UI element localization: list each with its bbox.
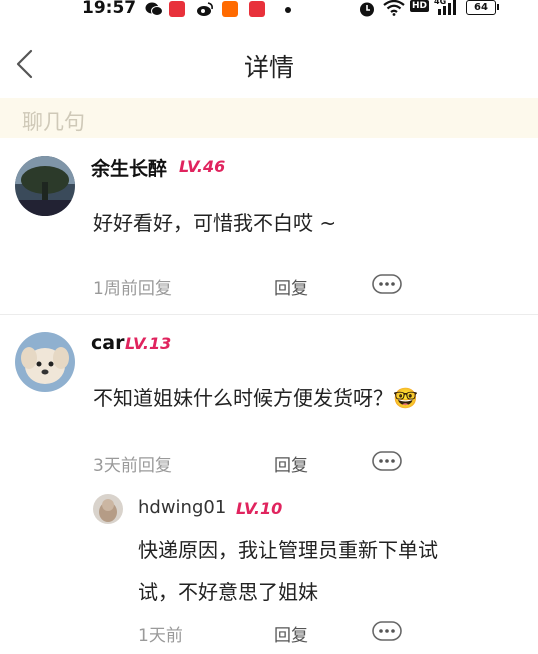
more-options-icon[interactable]	[372, 621, 402, 641]
battery-tip	[497, 4, 499, 10]
avatar-small-image	[93, 494, 123, 524]
reply-text-line: 试，不好意思了姐妹	[138, 580, 318, 604]
battery-icon: 64	[466, 0, 496, 15]
hd-badge: HD	[410, 0, 430, 12]
back-arrow-icon[interactable]	[12, 48, 38, 80]
reply-button[interactable]: 回复	[274, 274, 308, 299]
reply-button[interactable]: 回复	[274, 451, 308, 476]
more-notifications-dot	[285, 7, 291, 13]
alarm-icon	[360, 2, 374, 17]
avatar-dog-image	[15, 332, 75, 392]
wifi-icon	[383, 0, 405, 16]
avatar[interactable]	[15, 156, 75, 216]
status-bar: 19:57 HD 4G 64	[0, 0, 538, 20]
shopping-app-icon	[249, 1, 265, 17]
wechat-icon	[145, 2, 163, 16]
app-notification-icon	[169, 1, 185, 17]
weibo-icon	[197, 2, 213, 16]
taobao-icon	[222, 1, 238, 17]
avatar-tree-image	[15, 156, 75, 216]
status-time: 19:57	[82, 0, 137, 18]
section-title: 聊几句	[22, 110, 85, 134]
reply-text-line: 快递原因，我让管理员重新下单试	[138, 538, 438, 562]
comment-text: 好好看好，可惜我不白哎 ~	[93, 211, 337, 235]
avatar[interactable]	[93, 494, 123, 524]
signal-icon	[438, 0, 456, 15]
reply-button[interactable]: 回复	[274, 621, 308, 646]
level-badge: LV.10	[236, 499, 283, 518]
more-options-icon[interactable]	[372, 274, 402, 294]
divider	[0, 314, 538, 315]
reply-username[interactable]: hdwing01	[138, 497, 226, 518]
username[interactable]: 余生长醉	[91, 154, 167, 181]
comment-time: 3天前回复	[93, 456, 172, 476]
avatar[interactable]	[15, 332, 75, 392]
username[interactable]: car	[91, 332, 124, 354]
comment-text: 不知道姐妹什么时候方便发货呀？🤓	[93, 386, 418, 410]
reply-time: 1天前	[138, 626, 183, 646]
level-badge: LV.46	[179, 157, 226, 176]
more-options-icon[interactable]	[372, 451, 402, 471]
level-badge: LV.13	[125, 334, 172, 353]
comment-time: 1周前回复	[93, 279, 172, 299]
page-title: 详情	[243, 53, 294, 82]
